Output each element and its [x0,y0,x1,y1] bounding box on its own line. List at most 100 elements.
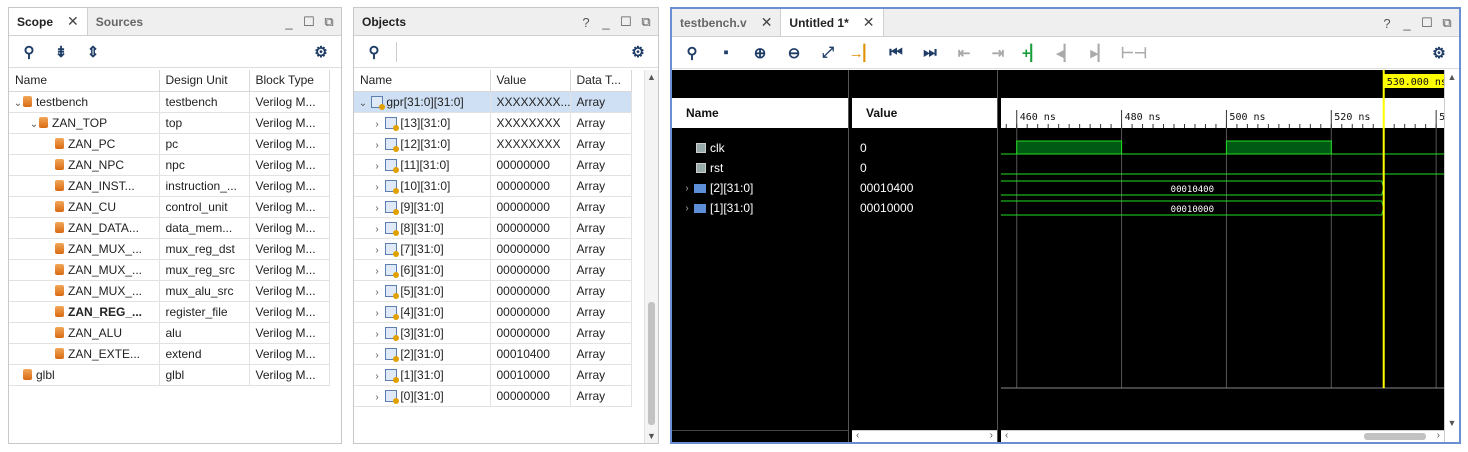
object-name-cell[interactable]: › [4][31:0] [354,301,491,323]
scope-name-cell[interactable]: ZAN_INST... [9,175,160,197]
object-row[interactable]: › [5][31:0] 00000000 Array [354,280,632,302]
scope-name-cell[interactable]: ZAN_ALU [9,322,160,344]
column-header-name[interactable]: Name [354,70,491,92]
search-icon[interactable]: ⚲ [678,41,706,65]
scope-row[interactable]: glbl glbl Verilog M... [9,364,330,386]
expand-chevron-icon[interactable]: ⌄ [358,98,368,109]
scope-row[interactable]: ZAN_REG_... register_file Verilog M... [9,301,330,323]
expand-chevron-icon[interactable]: › [372,371,382,382]
expand-all-icon[interactable]: ⇕ [79,40,107,64]
gear-icon[interactable]: ⚙ [624,40,652,64]
expand-chevron-icon[interactable]: › [372,182,382,193]
object-row[interactable]: › [3][31:0] 00000000 Array [354,322,632,344]
signal-name-row[interactable]: rst [672,158,848,178]
tab-untitled[interactable]: Untitled 1* ✕ [781,9,884,36]
search-icon[interactable]: ⚲ [15,40,43,64]
zoom-in-icon[interactable]: ⊕ [746,41,774,65]
search-icon[interactable]: ⚲ [360,40,388,64]
object-row[interactable]: › [9][31:0] 00000000 Array [354,196,632,218]
float-icon[interactable]: ⧉ [1441,15,1453,31]
scope-row[interactable]: ZAN_NPC npc Verilog M... [9,154,330,176]
expand-chevron-icon[interactable]: › [372,287,382,298]
expand-chevron-icon[interactable]: › [372,140,382,151]
object-name-cell[interactable]: › [9][31:0] [354,196,491,218]
object-row[interactable]: › [10][31:0] 00000000 Array [354,175,632,197]
scope-row[interactable]: ZAN_MUX_... mux_alu_src Verilog M... [9,280,330,302]
close-icon[interactable]: ✕ [761,14,773,31]
object-name-cell[interactable]: › [13][31:0] [354,112,491,134]
column-header-block-type[interactable]: Block Type [249,70,330,92]
scope-row[interactable]: ZAN_DATA... data_mem... Verilog M... [9,217,330,239]
expand-chevron-icon[interactable]: › [372,119,382,130]
object-name-cell[interactable]: ⌄ gpr[31:0][31:0] [354,91,491,113]
gear-icon[interactable]: ⚙ [307,40,335,64]
scroll-left-icon[interactable]: ‹ [1005,430,1008,441]
scope-name-cell[interactable]: ZAN_PC [9,133,160,155]
next-transition-icon[interactable]: ⇥ [984,41,1012,65]
value-column-header[interactable]: Value [852,98,997,128]
previous-marker-icon[interactable]: ◂▏ [1052,41,1080,65]
scroll-down-icon[interactable]: ▼ [1445,418,1459,428]
column-header-value[interactable]: Value [490,70,571,92]
scroll-down-icon[interactable]: ▼ [645,431,658,441]
object-name-cell[interactable]: › [2][31:0] [354,343,491,365]
signal-name-row[interactable]: › [2][31:0] [672,178,848,198]
expand-chevron-icon[interactable]: › [372,392,382,403]
go-to-cursor-icon[interactable]: →▏ [848,41,876,65]
column-header-name[interactable]: Name [9,70,160,92]
scroll-up-icon[interactable]: ▲ [1445,72,1459,82]
expand-chevron-icon[interactable]: › [372,266,382,277]
expand-chevron-icon[interactable]: ⌄ [13,98,23,109]
previous-transition-icon[interactable]: ⇤ [950,41,978,65]
plot-vscroll[interactable]: ▲ ▼ [1444,70,1459,442]
collapse-all-icon[interactable]: ⇟ [47,40,75,64]
object-row[interactable]: › [1][31:0] 00010000 Array [354,364,632,386]
object-row[interactable]: ⌄ gpr[31:0][31:0] XXXXXXXX... Array [354,91,632,113]
scrollbar-thumb[interactable] [648,302,655,425]
scope-name-cell[interactable]: ZAN_MUX_... [9,238,160,260]
column-header-design-unit[interactable]: Design Unit [159,70,250,92]
scroll-right-icon[interactable]: › [990,430,993,441]
object-row[interactable]: › [2][31:0] 00010400 Array [354,343,632,365]
scope-row[interactable]: ZAN_MUX_... mux_reg_dst Verilog M... [9,238,330,260]
object-row[interactable]: › [7][31:0] 00000000 Array [354,238,632,260]
scope-name-cell[interactable]: ZAN_EXTE... [9,343,160,365]
scope-row[interactable]: ⌄ testbench testbench Verilog M... [9,91,330,113]
float-icon[interactable]: ⧉ [640,14,652,30]
help-icon[interactable]: ? [580,15,592,30]
name-column-header[interactable]: Name [672,98,848,128]
object-name-cell[interactable]: › [7][31:0] [354,238,491,260]
expand-chevron-icon[interactable]: › [680,203,694,214]
object-name-cell[interactable]: › [11][31:0] [354,154,491,176]
tab-testbench[interactable]: testbench.v ✕ [672,9,782,36]
scrollbar-thumb[interactable] [1364,433,1426,440]
scope-row[interactable]: ZAN_PC pc Verilog M... [9,133,330,155]
object-row[interactable]: › [13][31:0] XXXXXXXX Array [354,112,632,134]
next-marker-icon[interactable]: ▸▏ [1086,41,1114,65]
expand-chevron-icon[interactable]: › [372,224,382,235]
expand-chevron-icon[interactable]: ⌄ [29,119,39,130]
waveform-plot[interactable]: 460 ns480 ns500 ns520 ns5400001040000010… [1001,70,1444,442]
object-name-cell[interactable]: › [0][31:0] [354,385,491,407]
close-icon[interactable]: ✕ [863,14,875,31]
scope-row[interactable]: ZAN_INST... instruction_... Verilog M... [9,175,330,197]
scroll-right-icon[interactable]: › [1437,430,1440,441]
scroll-up-icon[interactable]: ▲ [645,72,658,82]
go-to-start-icon[interactable]: ⏮ [882,41,910,65]
value-hscroll[interactable]: ‹ › [852,430,997,442]
scope-row[interactable]: ZAN_EXTE... extend Verilog M... [9,343,330,365]
object-row[interactable]: › [12][31:0] XXXXXXXX Array [354,133,632,155]
add-marker-icon[interactable]: +▏ [1018,41,1046,65]
object-row[interactable]: › [6][31:0] 00000000 Array [354,259,632,281]
tab-sources[interactable]: Sources [88,8,151,35]
object-row[interactable]: › [4][31:0] 00000000 Array [354,301,632,323]
maximize-icon[interactable]: ☐ [303,14,315,30]
maximize-icon[interactable]: ☐ [620,14,632,30]
scope-name-cell[interactable]: ⌄ ZAN_TOP [9,112,160,134]
object-name-cell[interactable]: › [1][31:0] [354,364,491,386]
swap-cursors-icon[interactable]: ⊢⊣ [1120,41,1148,65]
expand-chevron-icon[interactable]: › [372,203,382,214]
gear-icon[interactable]: ⚙ [1425,41,1453,65]
expand-chevron-icon[interactable]: › [372,329,382,340]
zoom-fit-icon[interactable]: ⤢ [814,41,842,65]
